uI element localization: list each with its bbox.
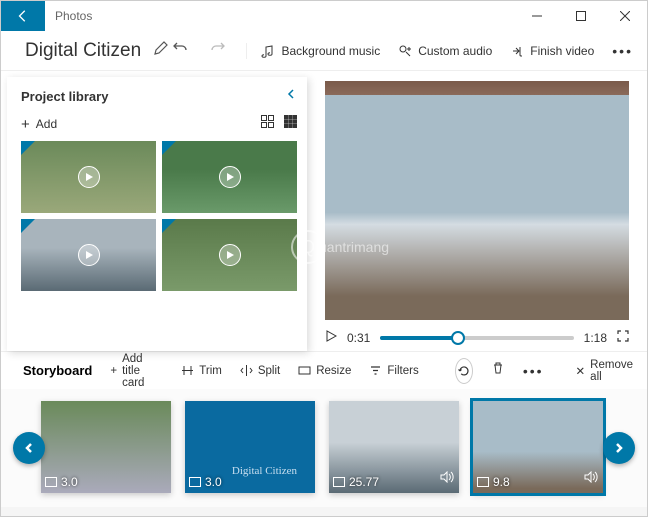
back-button[interactable] (1, 1, 45, 31)
close-button[interactable] (603, 1, 647, 31)
plus-icon: + (21, 116, 30, 133)
storyboard-clip-3[interactable]: 25.77 (329, 401, 459, 493)
storyboard-title: Storyboard (23, 363, 92, 378)
collapse-library-icon[interactable] (285, 87, 297, 105)
finish-video-label: Finish video (530, 44, 594, 58)
project-library-panel: Project library + Add (7, 77, 307, 351)
undo-button[interactable] (172, 40, 188, 61)
library-clip-4[interactable] (162, 219, 297, 291)
library-clip-1[interactable] (21, 141, 156, 213)
project-title: Digital Citizen (25, 40, 141, 62)
add-title-card-button[interactable]: +Add title card (110, 353, 163, 389)
filters-button[interactable]: Filters (369, 364, 418, 377)
library-clip-3[interactable] (21, 219, 156, 291)
delete-clip-button[interactable] (491, 361, 505, 380)
slider-thumb[interactable] (451, 331, 465, 345)
library-title: Project library (21, 89, 108, 104)
remove-all-button[interactable]: ✕Remove all (576, 359, 633, 383)
play-icon (219, 244, 241, 266)
custom-audio-button[interactable]: Custom audio (398, 44, 492, 58)
current-time: 0:31 (347, 331, 370, 345)
add-label: Add (36, 117, 57, 131)
minimize-button[interactable] (515, 1, 559, 31)
library-clip-2[interactable] (162, 141, 297, 213)
grid-large-view-button[interactable] (261, 115, 274, 133)
storyboard-clip-2[interactable]: Digital Citizen 3.0 (185, 401, 315, 493)
more-options-button[interactable]: ••• (612, 43, 633, 59)
split-button[interactable]: Split (240, 364, 280, 377)
volume-icon (440, 470, 454, 488)
storyboard-clip-4[interactable]: 9.8 (473, 401, 603, 493)
storyboard-clip-1[interactable]: 3.0 (41, 401, 171, 493)
maximize-button[interactable] (559, 1, 603, 31)
scroll-right-button[interactable] (603, 432, 635, 464)
custom-audio-label: Custom audio (418, 44, 492, 58)
fullscreen-button[interactable] (617, 330, 629, 345)
background-music-button[interactable]: Background music (261, 44, 380, 58)
add-media-button[interactable]: + Add (21, 116, 57, 133)
grid-small-view-button[interactable] (284, 115, 297, 133)
play-icon (78, 244, 100, 266)
background-music-label: Background music (281, 44, 380, 58)
seek-slider[interactable] (380, 336, 573, 340)
storyboard-more-button[interactable]: ••• (523, 363, 544, 379)
play-icon (78, 166, 100, 188)
volume-icon (584, 470, 598, 488)
title-card-caption: Digital Citizen (232, 465, 297, 477)
play-icon (219, 166, 241, 188)
app-title: Photos (55, 9, 92, 23)
redo-button[interactable] (210, 40, 226, 61)
rotate-button[interactable] (455, 358, 473, 384)
play-button[interactable] (325, 330, 337, 345)
finish-video-button[interactable]: Finish video (510, 44, 594, 58)
scroll-left-button[interactable] (13, 432, 45, 464)
edit-title-icon[interactable] (153, 40, 169, 61)
total-time: 1:18 (584, 331, 607, 345)
resize-button[interactable]: Resize (298, 364, 351, 377)
video-preview[interactable] (325, 81, 629, 320)
trim-button[interactable]: Trim (181, 364, 222, 377)
